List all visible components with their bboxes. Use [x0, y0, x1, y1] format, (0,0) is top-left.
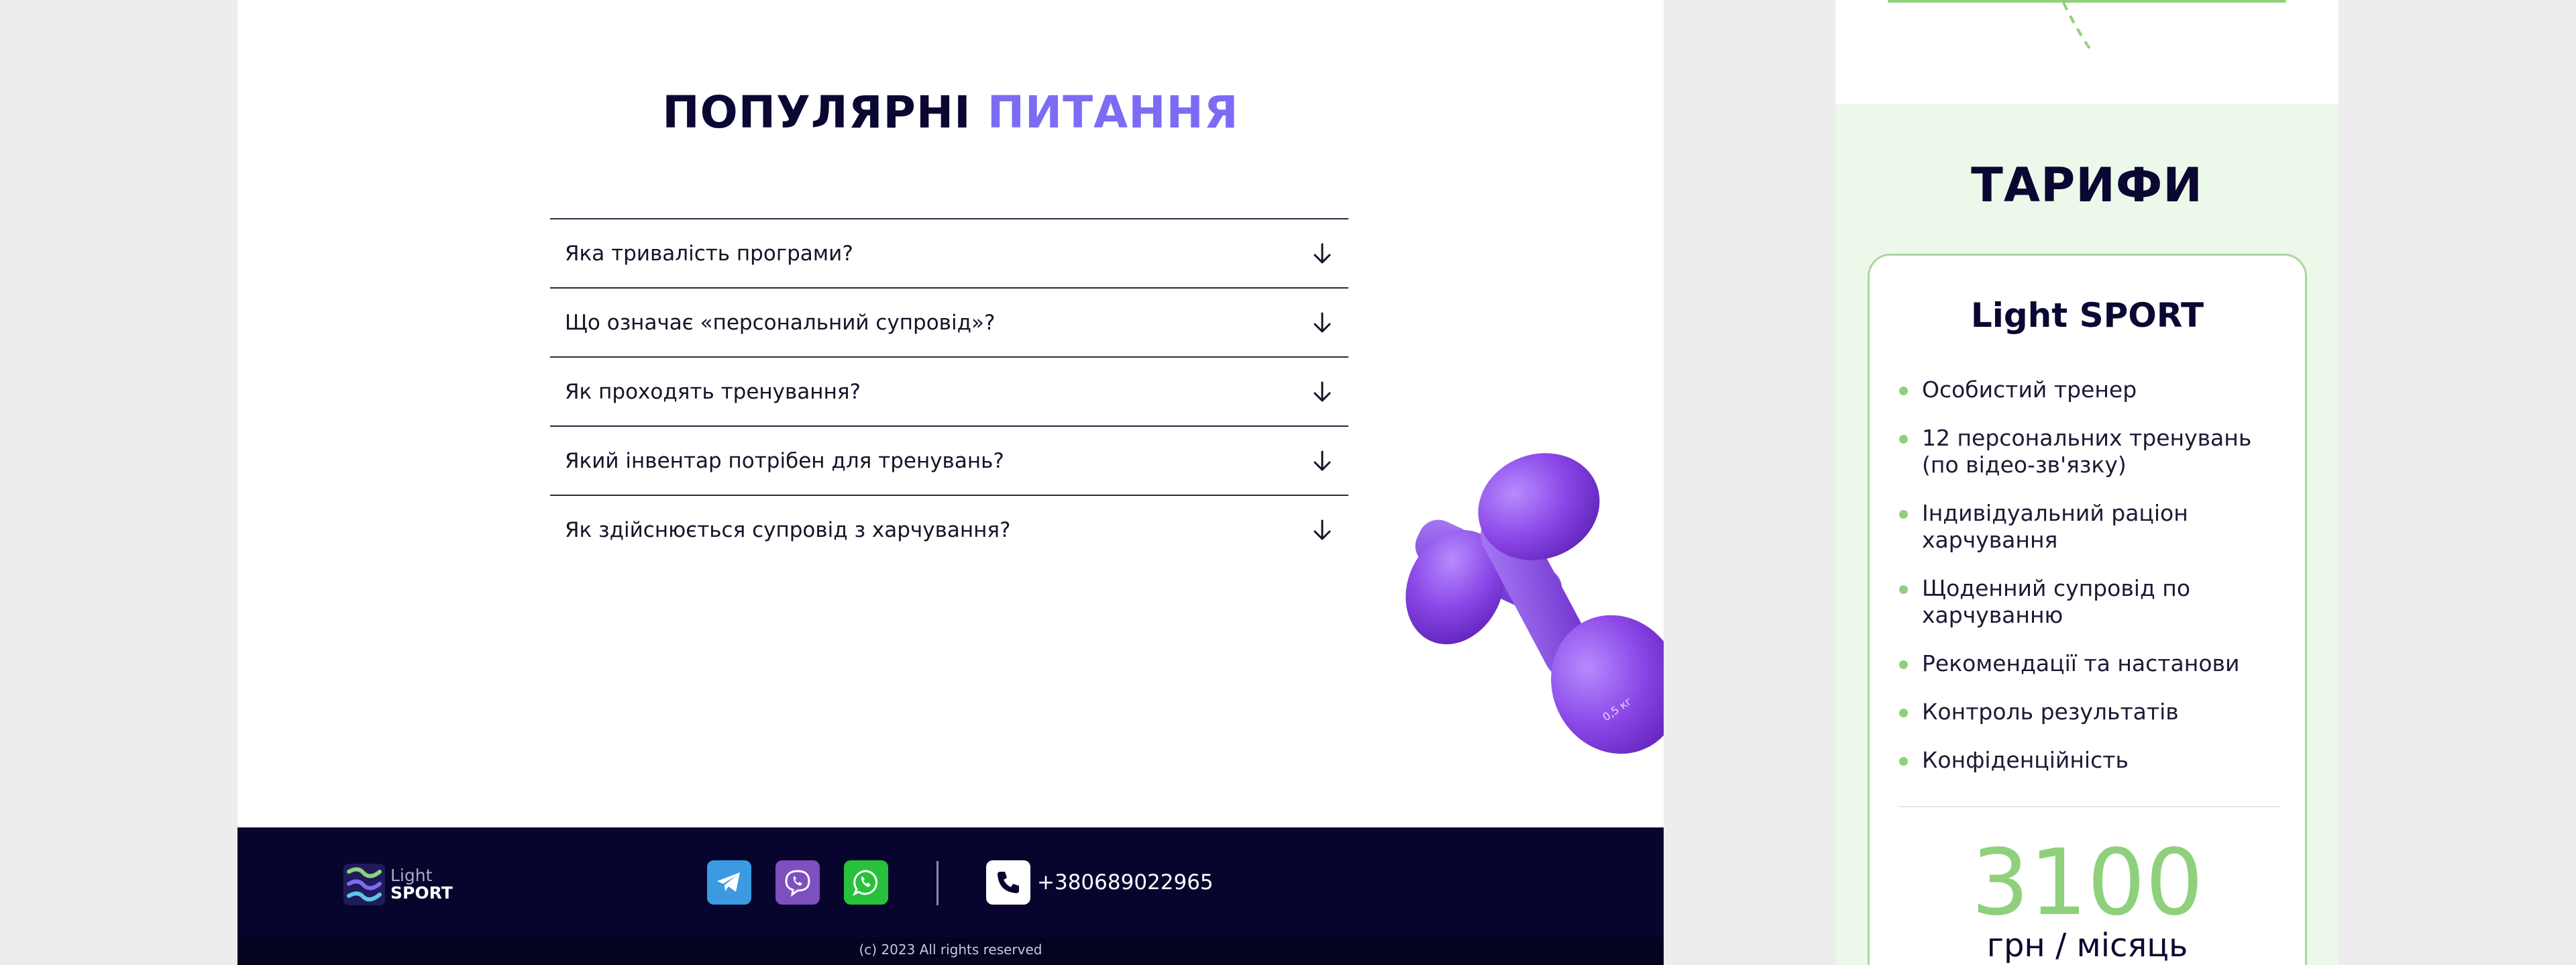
pricing-section: ТАРИФИ Light SPORT Особистий тренер 12 п…: [1835, 0, 2339, 965]
faq-question: Який інвентар потрібен для тренувань?: [565, 448, 1004, 473]
whatsapp-link[interactable]: [844, 860, 888, 905]
plan-feature: Щоденний супровід по харчуванню: [1899, 575, 2275, 629]
plan-feature: Конфіденційність: [1899, 747, 2275, 774]
faq-question: Що означає «персональний супровід»?: [565, 310, 996, 335]
arrow-down-icon: [1313, 519, 1331, 540]
plan-name: Light SPORT: [1970, 296, 2204, 335]
plan-feature: Контроль результатів: [1899, 699, 2275, 725]
footer-logo[interactable]: Light SPORT: [343, 862, 453, 907]
faq-title-accent: ПИТАННЯ: [987, 87, 1239, 138]
plan-price-unit: грн / місяць: [1986, 927, 2188, 964]
faq-list: Яка тривалість програми? Що означає «пер…: [550, 218, 1348, 564]
arrow-down-icon: [1313, 243, 1331, 263]
faq-title: ПОПУЛЯРНІ ПИТАННЯ: [237, 86, 1664, 140]
plan-feature: Рекомендації та настанови: [1899, 650, 2275, 677]
plan-feature: 12 персональних тренувань (по відео-зв'я…: [1899, 425, 2275, 478]
plan-card[interactable]: Light SPORT Особистий тренер 12 персонал…: [1868, 254, 2307, 965]
plan-price: 3100: [1971, 830, 2204, 936]
viber-icon: [785, 870, 810, 897]
whatsapp-icon: [853, 870, 878, 897]
logo-light-text: Light: [390, 866, 433, 885]
phone-call-button[interactable]: [986, 860, 1030, 905]
phone-icon: [998, 872, 1019, 893]
arrow-down-icon: [1313, 450, 1331, 470]
telegram-link[interactable]: [707, 860, 751, 905]
logo-icon: [343, 864, 385, 905]
faq-item[interactable]: Як проходять тренування?: [550, 356, 1348, 425]
telegram-icon: [717, 872, 740, 892]
faq-section: ПОПУЛЯРНІ ПИТАННЯ Яка тривалість програм…: [237, 0, 1664, 965]
plan-feature: Особистий тренер: [1899, 376, 2275, 403]
footer-divider: [936, 861, 938, 905]
arrow-down-icon: [1313, 381, 1331, 401]
faq-item[interactable]: Яка тривалість програми?: [550, 218, 1348, 287]
footer: Light SPORT +380689022965 (c) 2023 All r…: [237, 827, 1664, 965]
plan-features: Особистий тренер 12 персональних тренува…: [1899, 376, 2275, 795]
pricing-top-area: [1835, 0, 2339, 104]
pricing-title: ТАРИФИ: [1971, 158, 2203, 213]
faq-title-main: ПОПУЛЯРНІ: [662, 87, 971, 138]
phone-number-link[interactable]: +380689022965: [1037, 870, 1214, 895]
faq-item[interactable]: Який інвентар потрібен для тренувань?: [550, 425, 1348, 495]
logo-sport-text: SPORT: [390, 883, 453, 903]
arrow-down-icon: [1313, 312, 1331, 332]
plan-divider: [1899, 806, 2280, 807]
faq-item[interactable]: Як здійснюється супровід з харчування?: [550, 495, 1348, 564]
decorative-lines: [1888, 0, 2286, 54]
dumbbells-image: 0,5 кг: [1405, 453, 1664, 754]
faq-question: Як здійснюється супровід з харчування?: [565, 517, 1011, 542]
viber-link[interactable]: [775, 860, 820, 905]
faq-question: Яка тривалість програми?: [565, 241, 853, 266]
faq-question: Як проходять тренування?: [565, 379, 861, 404]
faq-item[interactable]: Що означає «персональний супровід»?: [550, 287, 1348, 356]
plan-feature: Індивідуальний раціон харчування: [1899, 500, 2275, 554]
copyright-text: (c) 2023 All rights reserved: [859, 942, 1042, 958]
